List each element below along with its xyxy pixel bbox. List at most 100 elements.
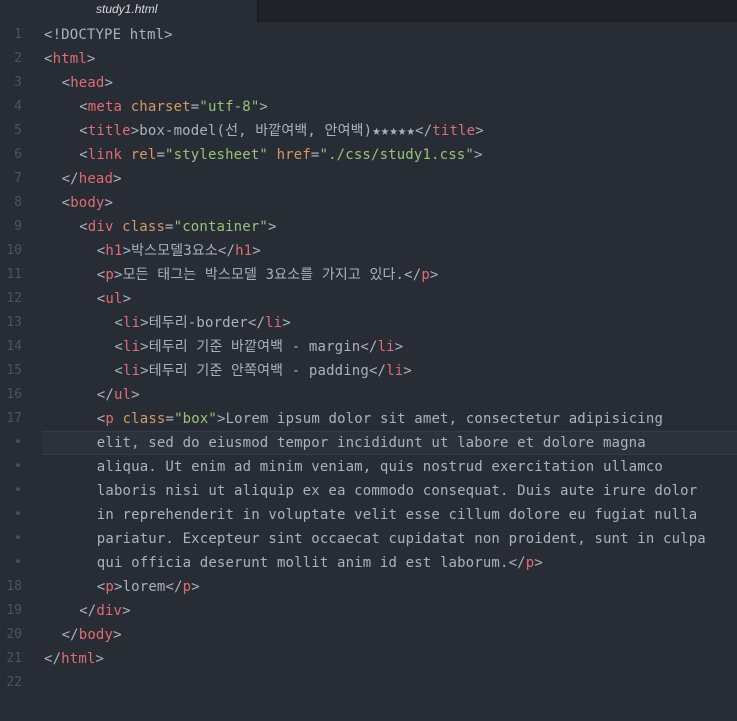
line-number: 8 (14, 195, 22, 210)
token-pun: </ (247, 315, 266, 331)
code-line[interactable]: 10 <h1>박스모델3요소</h1> (0, 239, 737, 263)
code-line[interactable]: 11 <p>모든 태그는 박스모델 3요소를 가지고 있다.</p> (0, 263, 737, 287)
code-line[interactable]: • elit, sed do eiusmod tempor incididunt … (0, 431, 737, 455)
token-pun: > (122, 603, 131, 619)
code-line[interactable]: 1 <!DOCTYPE html> (0, 23, 737, 47)
token-pun: < (114, 363, 123, 379)
code-line[interactable]: 4 <meta charset="utf-8"> (0, 95, 737, 119)
token-pun: > (394, 339, 404, 355)
token-pun: <!DOCTYPE html> (44, 27, 173, 43)
token-pun: </ (404, 267, 422, 283)
soft-wrap-marker: • (14, 531, 22, 546)
token-tag: li (386, 363, 404, 379)
line-content: <h1>박스모델3요소</h1> (97, 239, 261, 263)
code-line[interactable]: 20 </body> (0, 623, 737, 647)
token-pun: < (61, 195, 71, 211)
line-content: <meta charset="utf-8"> (79, 95, 268, 119)
code-line[interactable]: 22 (0, 671, 737, 695)
token-pun: </ (44, 651, 62, 667)
code-editor[interactable]: study1.html 1 <!DOCTYPE html> 2 <html> 3 <hea… (0, 0, 737, 721)
soft-wrap-marker: • (14, 555, 22, 570)
code-line[interactable]: 15 <li>테두리 기준 안쪽여백 - padding</li> (0, 359, 737, 383)
token-pun: > (191, 579, 200, 595)
token-pun: < (79, 123, 88, 139)
token-pun: > (259, 99, 269, 115)
token-txt: 테두리-border (148, 315, 248, 331)
soft-wrap-marker: • (14, 507, 22, 522)
token-str: "./css/study1.css" (319, 147, 474, 163)
token-str: "container" (173, 219, 268, 235)
line-number: 12 (6, 291, 22, 306)
token-attr: class (122, 219, 166, 235)
tab-study1-html[interactable]: study1.html (0, 0, 258, 22)
code-line[interactable]: 18 <p>lorem</p> (0, 575, 737, 599)
token-tag: li (122, 363, 141, 379)
code-line[interactable]: 9 <div class="container"> (0, 215, 737, 239)
line-number: 10 (6, 243, 22, 258)
token-attr: href (276, 147, 311, 163)
code-line[interactable]: 17 <p class="box">Lorem ipsum dolor sit a… (0, 407, 737, 431)
token-pun: < (44, 51, 53, 67)
token-pun: < (79, 219, 88, 235)
line-content: <p>lorem</p> (97, 575, 200, 599)
line-content: </body> (62, 623, 122, 647)
code-line[interactable]: • aliqua. Ut enim ad minim veniam, quis n… (0, 455, 737, 479)
code-line[interactable]: • qui officia deserunt mollit anim id est… (0, 551, 737, 575)
token-pun: = (156, 147, 166, 163)
token-pun: </ (368, 363, 387, 379)
code-line[interactable]: 2 <html> (0, 47, 737, 71)
line-content: <p class="box">Lorem ipsum dolor sit ame… (97, 407, 663, 431)
code-line[interactable]: 6 <link rel="stylesheet" href="./css/stud… (0, 143, 737, 167)
code-line[interactable]: 8 <body> (0, 191, 737, 215)
token-pun: </ (61, 627, 79, 643)
line-content: pariatur. Excepteur sint occaecat cupida… (97, 527, 706, 551)
token-txt: laboris nisi ut aliquip ex ea commodo co… (96, 483, 698, 499)
code-line[interactable]: 12 <ul> (0, 287, 737, 311)
token-tag: p (105, 411, 114, 427)
code-line[interactable]: 7 </head> (0, 167, 737, 191)
token-pun (122, 99, 131, 115)
token-pun: </ (415, 123, 433, 139)
token-txt: 모든 태그는 박스모델 3요소를 가지고 있다. (122, 267, 405, 283)
code-line[interactable]: • in reprehenderit in voluptate velit ess… (0, 503, 737, 527)
token-pun: < (79, 99, 88, 115)
code-line[interactable]: • pariatur. Excepteur sint occaecat cupid… (0, 527, 737, 551)
token-pun: = (165, 411, 175, 427)
token-txt: lorem (122, 579, 166, 595)
line-number: 21 (6, 651, 22, 666)
line-content: <body> (62, 191, 114, 215)
token-tag: head (70, 75, 105, 91)
line-content: <li>테두리-border</li> (114, 311, 290, 335)
code-line[interactable]: 13 <li>테두리-border</li> (0, 311, 737, 335)
token-txt: Lorem ipsum dolor sit amet, consectetur … (225, 411, 664, 427)
line-content: aliqua. Ut enim ad minim veniam, quis no… (97, 455, 663, 479)
code-line[interactable]: • laboris nisi ut aliquip ex ea commodo c… (0, 479, 737, 503)
token-txt: 테두리 기준 바깥여백 - margin (148, 339, 361, 355)
line-content: <link rel="stylesheet" href="./css/study… (79, 143, 482, 167)
token-pun: </ (217, 243, 236, 259)
token-tag: link (87, 147, 123, 163)
token-pun: < (114, 339, 123, 355)
token-tag: ul (113, 387, 132, 403)
code-line[interactable]: 21 </html> (0, 647, 737, 671)
code-line[interactable]: 14 <li>테두리 기준 바깥여백 - margin</li> (0, 335, 737, 359)
token-pun: </ (360, 339, 378, 355)
code-line[interactable]: 5 <title>box-model(선, 바깥여백, 안여백)★★★★★</ti… (0, 119, 737, 143)
line-number: 17 (6, 411, 22, 426)
code-line[interactable]: 19 </div> (0, 599, 737, 623)
token-pun: > (113, 579, 123, 595)
token-txt: pariatur. Excepteur sint occaecat cupida… (96, 531, 706, 547)
token-pun: > (475, 123, 484, 139)
token-tag: li (377, 339, 395, 355)
tab-title: study1.html (96, 2, 158, 16)
code-line[interactable]: 3 <head> (0, 71, 737, 95)
token-pun: > (473, 147, 483, 163)
token-pun: < (79, 147, 88, 163)
line-content: </ul> (97, 383, 140, 407)
token-str: "utf-8" (199, 99, 260, 115)
token-pun: > (130, 123, 140, 139)
line-number: 5 (14, 123, 22, 138)
token-tag: p (105, 267, 114, 283)
code-line[interactable]: 16 </ul> (0, 383, 737, 407)
code-area[interactable]: 1 <!DOCTYPE html> 2 <html> 3 <head> 4 <meta cha… (0, 23, 737, 695)
